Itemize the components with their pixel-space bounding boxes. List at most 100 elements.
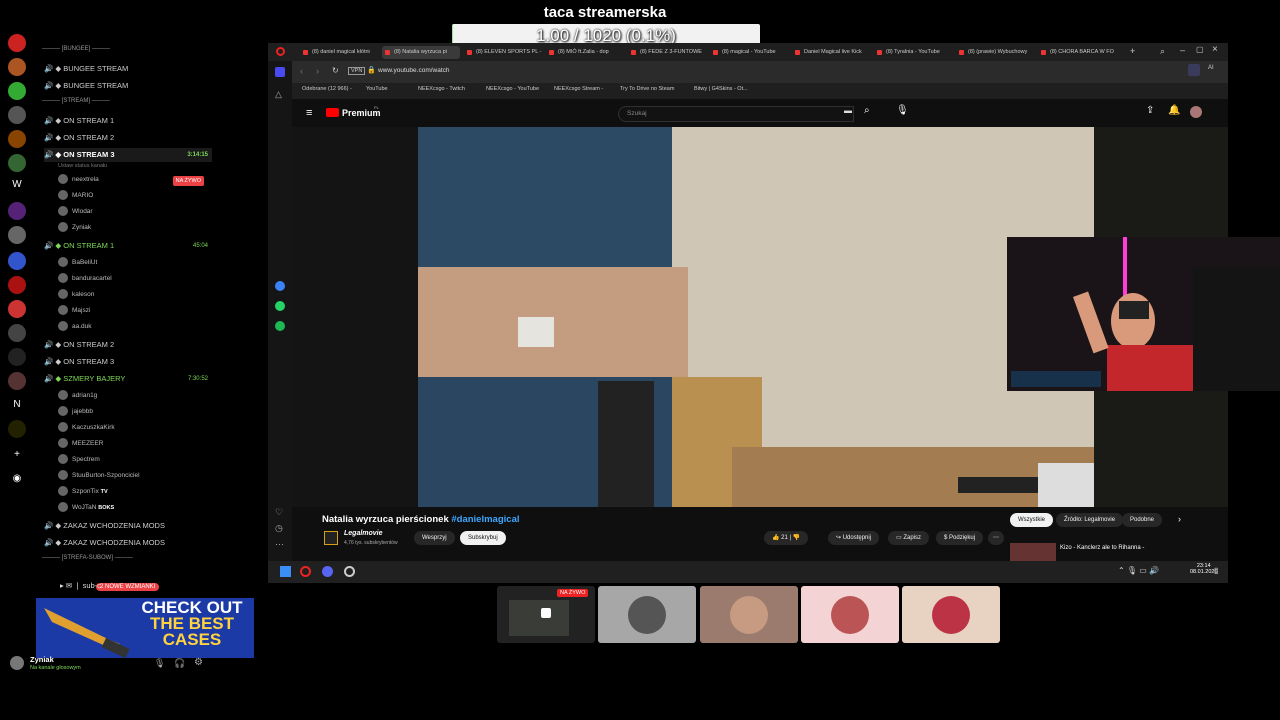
search-tabs-icon[interactable]: ⌕ — [1160, 46, 1165, 57]
ai-icon[interactable]: AI — [1208, 65, 1214, 71]
maximize-icon[interactable]: ▢ — [1196, 45, 1204, 54]
browser-tab[interactable]: (8) CHORA BARCA W FO — [1038, 46, 1116, 59]
opera-logo-icon[interactable] — [276, 47, 285, 56]
reload-icon[interactable]: ↻ — [332, 66, 339, 75]
thumb-5[interactable] — [902, 586, 1000, 643]
browser-tab[interactable]: (8) daniel magical kłótni — [300, 46, 378, 59]
voice-channel[interactable]: 🔊 ◆ ON STREAM 3 — [44, 355, 212, 369]
messenger-icon[interactable] — [275, 281, 285, 291]
browser-tab[interactable]: (8) ELEVEN SPORTS PL - — [464, 46, 542, 59]
voice-member[interactable]: neextrela NA ŻYWO — [58, 173, 208, 187]
thumb-4[interactable] — [801, 586, 899, 643]
voice-channel[interactable]: 🔊 ◆ BUNGEE STREAM — [44, 79, 212, 93]
chevron-right-icon[interactable]: › — [1178, 514, 1181, 524]
browser-tab[interactable]: Daniel Magical live Kick — [792, 46, 870, 59]
menu-icon[interactable]: ≡ — [306, 107, 312, 119]
voice-member[interactable]: MEEZEER — [58, 437, 208, 451]
thanks-button[interactable]: $ Podziękuj — [936, 531, 984, 545]
windows-start-icon[interactable] — [280, 566, 291, 577]
voice-member[interactable]: banduracartel — [58, 272, 208, 286]
voice-channel[interactable]: 🔊 ◆ SZMERY BAJERY 7:30:52 — [44, 372, 212, 386]
more-icon[interactable]: ⋯ — [275, 539, 284, 550]
server-icon[interactable] — [8, 58, 26, 76]
server-icon[interactable] — [8, 154, 26, 172]
browser-tab[interactable]: (8) FEDE Z 3-FUNTOWE — [628, 46, 706, 59]
server-icon[interactable] — [8, 82, 26, 100]
voice-member[interactable]: StuuBurton-Szponciciel — [58, 469, 208, 483]
minimize-icon[interactable]: – — [1180, 45, 1185, 55]
like-button[interactable]: 👍 21 | 👎 — [764, 531, 809, 545]
upload-icon[interactable]: ⇪ — [1146, 105, 1154, 116]
bookmark[interactable]: Bitwy | G4Skins - Ot... — [694, 86, 748, 92]
channel-category[interactable]: ——— [STREFA-SUBOW] ——— — [42, 555, 212, 561]
search-input[interactable]: Szukaj — [618, 106, 854, 122]
search-icon[interactable]: ⌕ — [864, 105, 870, 116]
browser-tab[interactable]: (8) Tyralnia - YouTube — [874, 46, 952, 59]
channel-category[interactable]: ——— [BUNGEE] ——— — [42, 46, 212, 52]
avatar[interactable] — [10, 656, 24, 670]
voice-channel[interactable]: 🔊 ◆ ON STREAM 1 — [44, 114, 212, 128]
server-icon[interactable] — [8, 300, 26, 318]
keyboard-icon[interactable]: ▬ — [844, 106, 852, 115]
headphones-icon[interactable]: 🎧 — [174, 658, 185, 669]
browser-tab[interactable]: (8) Natalia wyrzuca pi — [382, 46, 460, 59]
forward-icon[interactable]: › — [316, 66, 319, 76]
server-icon[interactable] — [8, 420, 26, 438]
bookmark[interactable]: Try To Drive no Steam — [620, 86, 674, 92]
extension-icon[interactable] — [1188, 64, 1200, 76]
discover-icon[interactable]: ◉ — [8, 470, 26, 488]
server-icon[interactable] — [8, 130, 26, 148]
chip-source[interactable]: Źródło: Legalmovie — [1056, 513, 1124, 527]
thumb-3[interactable] — [700, 586, 798, 643]
rec-title[interactable]: Kizo - Kanclerz ale to Rihanna - — [1060, 545, 1144, 551]
voice-channel[interactable]: 🔊 ◆ ZAKAZ WCHODZENIA MODS — [44, 536, 212, 550]
add-server-icon[interactable]: + — [8, 446, 26, 464]
voice-member[interactable]: jajebbb — [58, 405, 208, 419]
voice-member[interactable]: Majszi — [58, 304, 208, 318]
server-icon[interactable] — [8, 252, 26, 270]
bell-icon[interactable]: 🔔 — [1168, 105, 1180, 116]
voice-channel[interactable]: 🔊 ◆ ON STREAM 2 — [44, 131, 212, 145]
bookmark[interactable]: Odebrane (12 966) - — [302, 86, 352, 92]
video-hashtag[interactable]: #danielmagical — [451, 514, 519, 525]
voice-member[interactable]: KaczuszkaKirk — [58, 421, 208, 435]
notification-icon[interactable]: ▯ — [1214, 566, 1218, 575]
server-icon[interactable] — [8, 106, 26, 124]
thumb-1[interactable]: NA ŻYWO — [497, 586, 595, 643]
voice-channel[interactable]: 🔊 ◆ BUNGEE STREAM — [44, 62, 212, 76]
browser-tab[interactable]: (8) magical - YouTube — [710, 46, 788, 59]
share-button[interactable]: ↪ Udostępnij — [828, 531, 880, 545]
server-icon[interactable] — [8, 348, 26, 366]
voice-member[interactable]: aa.duk — [58, 320, 208, 334]
mic-icon[interactable]: 🎙 — [154, 658, 165, 669]
voice-channel[interactable]: 🔊 ◆ ON STREAM 1 45:04 — [44, 239, 212, 253]
close-icon[interactable]: × — [1212, 44, 1218, 55]
channel-name[interactable]: Legalmovie — [344, 530, 383, 537]
server-n[interactable]: N — [8, 396, 26, 414]
bookmark[interactable]: YouTube — [366, 86, 388, 92]
save-button[interactable]: ▭ Zapisz — [888, 531, 930, 545]
heart-icon[interactable]: ♡ — [275, 507, 283, 518]
voice-member[interactable]: adrian1g — [58, 389, 208, 403]
bookmark[interactable]: NEEXcsgo - YouTube — [486, 86, 539, 92]
subscribe-button[interactable]: Subskrybuj — [460, 531, 506, 545]
flow-icon[interactable]: △ — [275, 89, 282, 100]
mentions-badge[interactable]: 2 NOWE WZMIANKI — [96, 583, 160, 591]
whatsapp-icon[interactable] — [275, 301, 285, 311]
channel-status[interactable]: Ustaw status kanału — [58, 159, 208, 173]
voice-member[interactable]: BaBeliUt — [58, 256, 208, 270]
new-tab-icon[interactable]: + — [1130, 46, 1135, 56]
chip-similar[interactable]: Podobne — [1122, 513, 1163, 527]
server-icon[interactable] — [8, 324, 26, 342]
browser-tab[interactable]: (8) MIÓ ft.Zalia - dop — [546, 46, 624, 59]
server-icon[interactable] — [8, 226, 26, 244]
voice-member[interactable]: Wlodar — [58, 205, 208, 219]
voice-member[interactable]: SzponTix TV — [58, 485, 208, 499]
voice-member[interactable]: WoJTaN BOKS — [58, 501, 208, 515]
browser-tab[interactable]: (8) (prawie) Wybuchowy — [956, 46, 1034, 59]
sub-channel[interactable]: ▸ ✉ ❘ sub-c — [60, 581, 101, 590]
voice-member[interactable]: Zyniak — [58, 221, 208, 235]
obs-taskbar-icon[interactable] — [344, 566, 355, 577]
voice-member[interactable]: MARIO — [58, 189, 208, 203]
history-icon[interactable]: ◷ — [275, 523, 283, 534]
